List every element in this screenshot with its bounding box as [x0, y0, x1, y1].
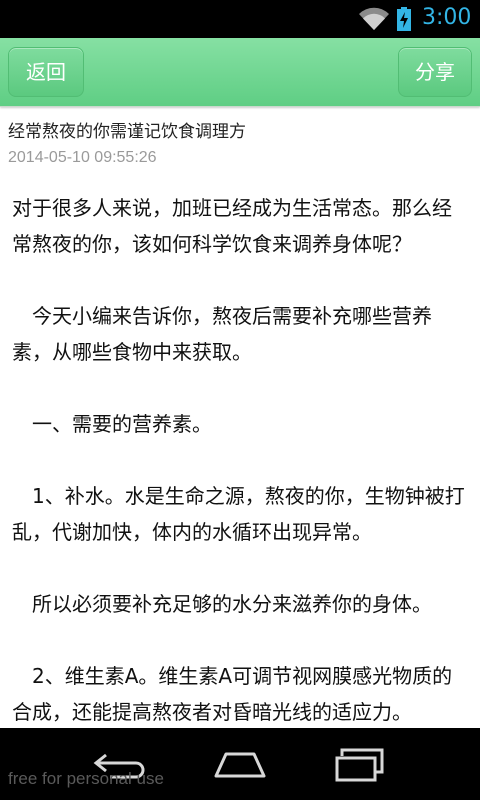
article-paragraph: 2、维生素A。维生素A可调节视网膜感光物质的合成，还能提高熬夜者对昏暗光线的适应… [12, 664, 453, 724]
article-title: 经常熬夜的你需谨记饮食调理方 [8, 122, 246, 142]
share-button[interactable]: 分享 [398, 47, 472, 97]
article-paragraph: 一、需要的营养素。 [12, 412, 212, 436]
home-icon[interactable] [212, 750, 268, 780]
article-paragraph: 今天小编来告诉你，熬夜后需要补充哪些营养素，从哪些食物中来获取。 [12, 304, 432, 364]
battery-icon [397, 7, 411, 31]
watermark: free for personal use [8, 769, 164, 788]
article-paragraph: 1、补水。水是生命之源，熬夜的你，生物钟被打乱，代谢加快，体内的水循环出现异常。 [12, 484, 465, 544]
article-date: 2014-05-10 09:55:26 [8, 149, 157, 166]
wifi-icon [359, 7, 389, 31]
recent-apps-icon[interactable] [334, 748, 386, 782]
article-paragraph: 所以必须要补充足够的水分来滋养你的身体。 [12, 592, 432, 616]
top-bar: 返回 分享 [0, 38, 480, 107]
clock: 3:00 [422, 5, 472, 30]
article-body: 对于很多人来说，加班已经成为生活常态。那么经常熬夜的你，该如何科学饮食来调养身体… [12, 190, 470, 728]
back-button[interactable]: 返回 [8, 47, 84, 97]
status-bar: 3:00 [0, 0, 480, 38]
article-paragraph: 对于很多人来说，加班已经成为生活常态。那么经常熬夜的你，该如何科学饮食来调养身体… [12, 196, 452, 256]
navigation-bar [0, 728, 480, 800]
